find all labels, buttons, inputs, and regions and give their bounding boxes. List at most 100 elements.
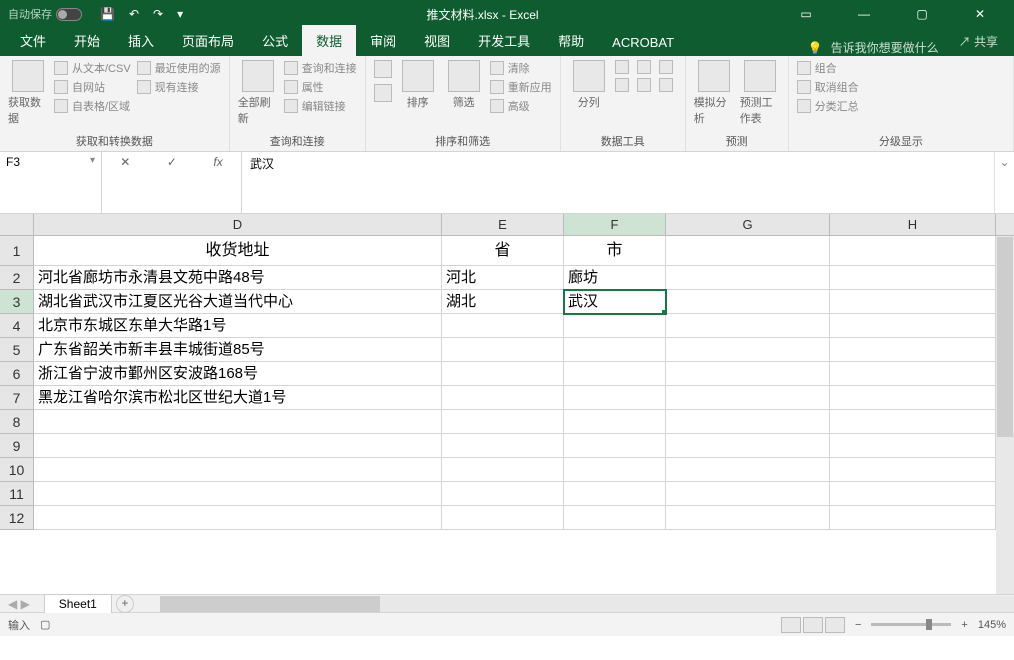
row-header[interactable]: 2	[0, 266, 34, 290]
remove-dup-icon[interactable]	[637, 60, 651, 74]
col-header-h[interactable]: H	[830, 214, 996, 235]
tab-help[interactable]: 帮助	[544, 25, 598, 56]
cell[interactable]	[34, 506, 442, 530]
ungroup-button[interactable]: 取消组合	[797, 79, 859, 95]
cell[interactable]	[564, 314, 666, 338]
search-icon[interactable]: 💡	[808, 41, 823, 55]
cell[interactable]	[564, 458, 666, 482]
tab-formula[interactable]: 公式	[248, 25, 302, 56]
cell[interactable]	[442, 482, 564, 506]
cancel-icon[interactable]: ✕	[120, 155, 130, 169]
cell[interactable]	[830, 506, 996, 530]
cell[interactable]	[830, 458, 996, 482]
row-header[interactable]: 11	[0, 482, 34, 506]
group-button[interactable]: 组合	[797, 60, 859, 76]
horizontal-scrollbar[interactable]	[160, 596, 1014, 612]
cell[interactable]	[666, 410, 830, 434]
cell[interactable]: 市	[564, 236, 666, 266]
cell[interactable]: 湖北	[442, 290, 564, 314]
minimize-icon[interactable]: —	[844, 7, 884, 21]
advanced-button[interactable]: 高级	[490, 98, 552, 114]
select-all-corner[interactable]	[0, 214, 34, 235]
cell[interactable]	[564, 482, 666, 506]
data-model-icon[interactable]	[659, 78, 673, 92]
cell[interactable]	[564, 506, 666, 530]
zoom-slider[interactable]	[871, 623, 951, 626]
cell[interactable]: 广东省韶关市新丰县丰城街道85号	[34, 338, 442, 362]
row-header[interactable]: 7	[0, 386, 34, 410]
cell[interactable]	[830, 362, 996, 386]
cell[interactable]: 浙江省宁波市鄞州区安波路168号	[34, 362, 442, 386]
flash-fill-icon[interactable]	[615, 60, 629, 74]
row-header[interactable]: 8	[0, 410, 34, 434]
tell-me-input[interactable]: 告诉我你想要做什么	[831, 39, 939, 56]
tab-layout[interactable]: 页面布局	[168, 25, 248, 56]
forecast-button[interactable]: 预测工作表	[740, 60, 780, 126]
cell[interactable]	[830, 338, 996, 362]
hscroll-thumb[interactable]	[160, 596, 380, 612]
row-header[interactable]: 5	[0, 338, 34, 362]
page-layout-icon[interactable]	[803, 617, 823, 633]
cell[interactable]	[442, 362, 564, 386]
name-box[interactable]: F3	[0, 152, 102, 213]
tab-view[interactable]: 视图	[410, 25, 464, 56]
cell[interactable]	[666, 290, 830, 314]
macro-record-icon[interactable]: ▢	[40, 618, 50, 631]
cell[interactable]: 河北省廊坊市永清县文苑中路48号	[34, 266, 442, 290]
save-icon[interactable]: 💾	[100, 7, 115, 21]
redo-icon[interactable]: ↷	[153, 7, 163, 21]
row-header[interactable]: 3	[0, 290, 34, 314]
sheet-nav[interactable]: ◀ ▶	[0, 597, 38, 611]
tab-dev[interactable]: 开发工具	[464, 25, 544, 56]
cell[interactable]: 收货地址	[34, 236, 442, 266]
cell[interactable]	[666, 362, 830, 386]
cell[interactable]: 省	[442, 236, 564, 266]
cell[interactable]	[830, 266, 996, 290]
zoom-out-icon[interactable]: −	[855, 619, 861, 631]
subtotal-button[interactable]: 分类汇总	[797, 98, 859, 114]
sort-button[interactable]: 排序	[398, 60, 438, 110]
cell[interactable]	[666, 482, 830, 506]
cell[interactable]	[442, 410, 564, 434]
cell[interactable]	[666, 338, 830, 362]
edit-links-button[interactable]: 编辑链接	[284, 98, 357, 114]
from-web-button[interactable]: 自网站	[54, 79, 131, 95]
refresh-all-button[interactable]: 全部刷新	[238, 60, 278, 126]
clear-button[interactable]: 清除	[490, 60, 552, 76]
tab-file[interactable]: 文件	[6, 25, 60, 56]
cell[interactable]	[666, 458, 830, 482]
cell[interactable]	[564, 362, 666, 386]
auto-save-toggle[interactable]: 自动保存	[0, 6, 90, 22]
whatif-button[interactable]: 模拟分析	[694, 60, 734, 126]
share-button[interactable]: ↗ 共享	[949, 27, 1008, 56]
ribbon-options-icon[interactable]: ▭	[786, 7, 826, 21]
validation-icon[interactable]	[659, 60, 673, 74]
tab-insert[interactable]: 插入	[114, 25, 168, 56]
row-header[interactable]: 12	[0, 506, 34, 530]
cell[interactable]	[442, 338, 564, 362]
cell[interactable]	[442, 386, 564, 410]
cell[interactable]	[666, 266, 830, 290]
cell[interactable]: 北京市东城区东单大华路1号	[34, 314, 442, 338]
sheet-tab[interactable]: Sheet1	[44, 594, 112, 613]
from-table-button[interactable]: 自表格/区域	[54, 98, 131, 114]
expand-formula-icon[interactable]: ⌄	[994, 152, 1014, 213]
vertical-scrollbar[interactable]	[996, 236, 1014, 594]
zoom-in-icon[interactable]: +	[961, 619, 967, 631]
cell[interactable]: 湖北省武汉市江夏区光谷大道当代中心	[34, 290, 442, 314]
cell[interactable]: 河北	[442, 266, 564, 290]
cell[interactable]: 廊坊	[564, 266, 666, 290]
tab-acrobat[interactable]: ACROBAT	[598, 29, 688, 56]
add-sheet-button[interactable]: +	[116, 595, 134, 613]
col-header-d[interactable]: D	[34, 214, 442, 235]
cell[interactable]	[666, 434, 830, 458]
consolidate-icon[interactable]	[615, 78, 629, 92]
sort-za-icon[interactable]	[374, 84, 392, 102]
cell[interactable]	[442, 506, 564, 530]
row-header[interactable]: 1	[0, 236, 34, 266]
zoom-level[interactable]: 145%	[978, 619, 1006, 631]
cell[interactable]	[830, 482, 996, 506]
col-header-e[interactable]: E	[442, 214, 564, 235]
cell[interactable]	[830, 314, 996, 338]
formula-input[interactable]: 武汉	[242, 152, 994, 213]
